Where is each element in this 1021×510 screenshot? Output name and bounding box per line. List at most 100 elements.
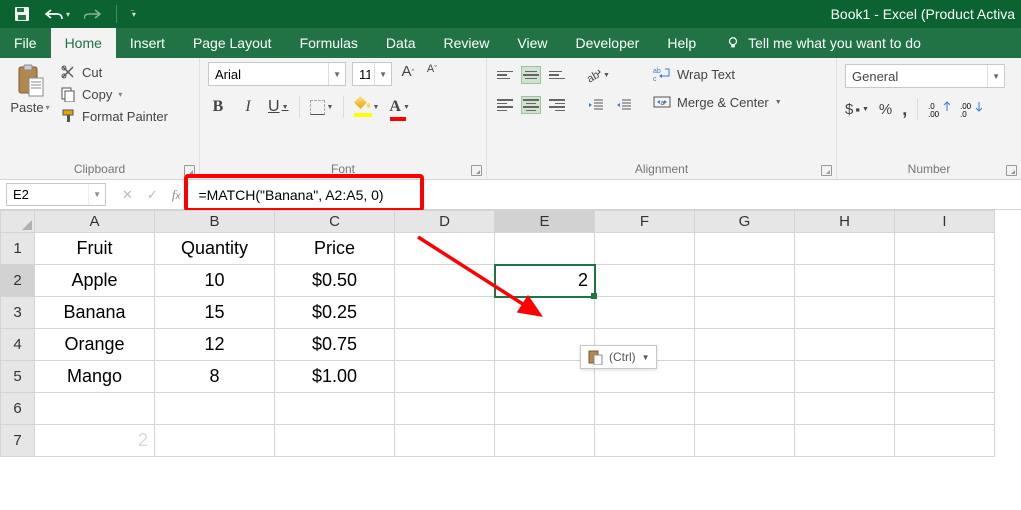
- cell[interactable]: $0.25: [275, 297, 395, 329]
- cell[interactable]: [275, 425, 395, 457]
- caret-down-icon[interactable]: ▼: [282, 104, 289, 111]
- caret-down-icon[interactable]: ▾: [118, 90, 122, 99]
- cell[interactable]: [595, 233, 695, 265]
- cell[interactable]: 15: [155, 297, 275, 329]
- align-middle-button[interactable]: [521, 66, 541, 84]
- column-header[interactable]: H: [795, 211, 895, 233]
- cell[interactable]: [595, 297, 695, 329]
- comma-format-button[interactable]: ,: [902, 99, 907, 120]
- cell[interactable]: 8: [155, 361, 275, 393]
- caret-down-icon[interactable]: ▼: [327, 104, 334, 111]
- name-box[interactable]: ▼: [6, 183, 106, 206]
- cell[interactable]: [695, 297, 795, 329]
- increase-font-size-button[interactable]: Aˆ: [398, 63, 418, 85]
- font-color-button[interactable]: A▼: [389, 96, 410, 118]
- decrease-font-size-button[interactable]: Aˇ: [422, 63, 442, 85]
- cancel-formula-icon[interactable]: ✕: [122, 187, 133, 203]
- cell[interactable]: [595, 425, 695, 457]
- column-header[interactable]: G: [695, 211, 795, 233]
- cell[interactable]: [895, 329, 995, 361]
- column-header[interactable]: F: [595, 211, 695, 233]
- cell[interactable]: [395, 361, 495, 393]
- cell[interactable]: 2: [495, 265, 595, 297]
- cell[interactable]: [695, 393, 795, 425]
- row-header[interactable]: 5: [1, 361, 35, 393]
- caret-down-icon[interactable]: ▼: [775, 99, 782, 106]
- cell[interactable]: 2: [35, 425, 155, 457]
- cell[interactable]: [395, 393, 495, 425]
- tab-help[interactable]: Help: [653, 28, 710, 58]
- cell[interactable]: [895, 361, 995, 393]
- wrap-text-button[interactable]: abc Wrap Text: [649, 64, 786, 84]
- undo-button[interactable]: ▾: [44, 7, 70, 21]
- cell[interactable]: [895, 393, 995, 425]
- font-size-combo[interactable]: ▼: [352, 62, 392, 86]
- decrease-decimal-button[interactable]: .00.0: [960, 101, 982, 117]
- cell[interactable]: 12: [155, 329, 275, 361]
- cell[interactable]: [495, 233, 595, 265]
- cell[interactable]: [795, 329, 895, 361]
- cell[interactable]: $1.00: [275, 361, 395, 393]
- dialog-launcher-icon[interactable]: [1006, 165, 1017, 176]
- copy-button[interactable]: Copy ▾: [60, 86, 168, 102]
- save-icon[interactable]: [14, 6, 30, 22]
- tab-insert[interactable]: Insert: [116, 28, 179, 58]
- cell[interactable]: Orange: [35, 329, 155, 361]
- cell[interactable]: [695, 233, 795, 265]
- tab-file[interactable]: File: [0, 28, 51, 58]
- row-header[interactable]: 6: [1, 393, 35, 425]
- underline-button[interactable]: U▼: [268, 96, 289, 118]
- decrease-indent-button[interactable]: [585, 96, 607, 114]
- dialog-launcher-icon[interactable]: [471, 165, 482, 176]
- merge-center-button[interactable]: a Merge & Center ▼: [649, 92, 786, 112]
- worksheet-grid[interactable]: ABCDEFGHI1FruitQuantityPrice2Apple10$0.5…: [0, 210, 995, 457]
- cell[interactable]: [895, 425, 995, 457]
- cell[interactable]: [895, 297, 995, 329]
- caret-down-icon[interactable]: ▼: [642, 353, 650, 362]
- accounting-format-button[interactable]: $▪▼: [845, 101, 869, 118]
- number-format-combo[interactable]: General ▼: [845, 64, 1005, 88]
- caret-down-icon[interactable]: ▼: [403, 104, 410, 111]
- align-top-button[interactable]: [495, 66, 515, 84]
- dialog-launcher-icon[interactable]: [184, 165, 195, 176]
- cell[interactable]: 10: [155, 265, 275, 297]
- cell[interactable]: $0.50: [275, 265, 395, 297]
- cell[interactable]: Fruit: [35, 233, 155, 265]
- tab-home[interactable]: Home: [51, 28, 116, 58]
- cell[interactable]: [795, 233, 895, 265]
- column-header[interactable]: I: [895, 211, 995, 233]
- font-size-input[interactable]: [359, 67, 370, 82]
- align-center-button[interactable]: [521, 96, 541, 114]
- cell[interactable]: [795, 425, 895, 457]
- redo-button[interactable]: [84, 7, 102, 21]
- cell[interactable]: [695, 329, 795, 361]
- align-bottom-button[interactable]: [547, 66, 567, 84]
- paste-options-button[interactable]: (Ctrl) ▼: [580, 345, 657, 369]
- row-header[interactable]: 1: [1, 233, 35, 265]
- row-header[interactable]: 2: [1, 265, 35, 297]
- cell[interactable]: Apple: [35, 265, 155, 297]
- column-header[interactable]: C: [275, 211, 395, 233]
- caret-down-icon[interactable]: ▾: [46, 103, 50, 112]
- dialog-launcher-icon[interactable]: [821, 165, 832, 176]
- cut-button[interactable]: Cut: [60, 64, 168, 80]
- tab-developer[interactable]: Developer: [562, 28, 654, 58]
- qat-customize-icon[interactable]: ‾ ▾: [131, 10, 134, 19]
- font-name-input[interactable]: [215, 67, 324, 82]
- cell[interactable]: [695, 265, 795, 297]
- cell[interactable]: [895, 233, 995, 265]
- cell[interactable]: [495, 393, 595, 425]
- row-header[interactable]: 7: [1, 425, 35, 457]
- orientation-button[interactable]: ab▼: [585, 64, 610, 86]
- cell[interactable]: [395, 297, 495, 329]
- align-right-button[interactable]: [547, 96, 567, 114]
- increase-decimal-button[interactable]: .0.00: [928, 101, 950, 117]
- cell[interactable]: Price: [275, 233, 395, 265]
- format-painter-button[interactable]: Format Painter: [60, 108, 168, 124]
- tab-formulas[interactable]: Formulas: [286, 28, 372, 58]
- caret-down-icon[interactable]: ▼: [987, 65, 1000, 87]
- tab-view[interactable]: View: [503, 28, 561, 58]
- bold-button[interactable]: B: [208, 96, 228, 118]
- column-header[interactable]: B: [155, 211, 275, 233]
- align-left-button[interactable]: [495, 96, 515, 114]
